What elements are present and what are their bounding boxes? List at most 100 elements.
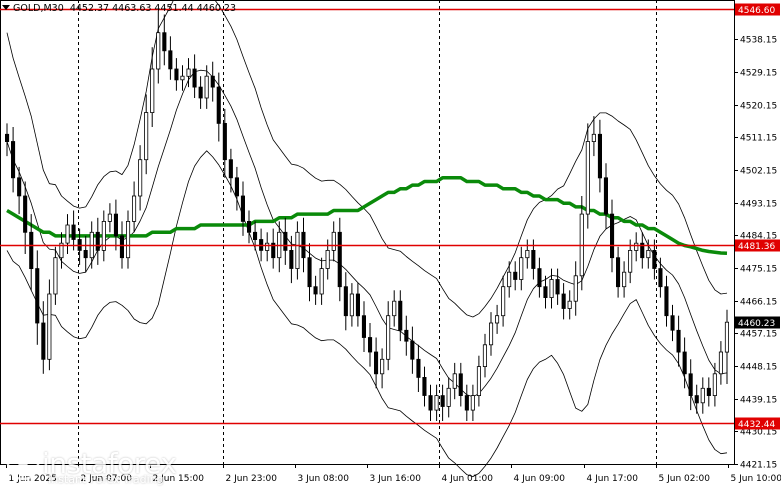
candle-body xyxy=(404,329,409,342)
candle-body xyxy=(501,286,506,317)
candle-body xyxy=(331,231,336,251)
candle-body xyxy=(567,300,572,309)
candle-body xyxy=(156,32,161,70)
candle-body xyxy=(119,235,125,259)
candle-body xyxy=(652,249,657,269)
candle-body xyxy=(476,366,481,397)
candle-body xyxy=(29,231,34,270)
candle-body xyxy=(349,293,354,317)
time-tick-label: 5 Jun 02:00 xyxy=(659,474,711,484)
candle-body xyxy=(240,195,246,222)
price-chart[interactable]: 4421.154430.154439.154448.154457.154466.… xyxy=(0,0,781,489)
candle-body xyxy=(513,271,518,280)
candle-body xyxy=(107,213,112,222)
price-tick-label: 4529.15 xyxy=(740,69,777,79)
candle-body xyxy=(628,249,633,273)
candle-body xyxy=(646,249,651,259)
candle-body xyxy=(610,213,615,259)
time-tick-label: 2 Jun 23:00 xyxy=(226,474,278,484)
candle-body xyxy=(525,249,530,259)
candle-body xyxy=(162,32,167,52)
candle-body xyxy=(440,395,445,407)
candle-body xyxy=(325,249,330,269)
candle-body xyxy=(204,75,209,99)
time-tick-label: 4 Jun 01:00 xyxy=(442,474,494,484)
price-tick-label: 4502.15 xyxy=(740,167,777,177)
chart-header: GOLD,M30 4452.37 4463.63 4451.44 4460.23 xyxy=(2,3,236,14)
candle-body xyxy=(470,395,475,411)
candle-body xyxy=(519,257,524,280)
candle-body xyxy=(676,329,681,353)
time-tick-label: 4 Jun 09:00 xyxy=(514,474,566,484)
candle-body xyxy=(144,112,149,161)
candle-body xyxy=(283,231,288,251)
candle-body xyxy=(422,376,427,396)
candle-body xyxy=(95,231,100,251)
chart-ohlc: 4452.37 4463.63 4451.44 4460.23 xyxy=(69,3,237,14)
candle-body xyxy=(488,322,494,346)
candle-body xyxy=(289,249,294,269)
candle-body xyxy=(307,257,312,288)
level-price-label: 4481.36 xyxy=(738,242,775,252)
price-tick-label: 4493.15 xyxy=(740,200,777,210)
candle-body xyxy=(216,86,221,124)
candle-body xyxy=(361,315,366,338)
candle-body xyxy=(622,271,627,288)
candle-body xyxy=(573,275,578,302)
candle-body xyxy=(113,213,119,237)
candle-body xyxy=(180,75,185,81)
price-tick-label: 4511.15 xyxy=(740,134,777,144)
candle-body xyxy=(126,220,131,259)
time-tick-label: 4 Jun 17:00 xyxy=(587,474,639,484)
candle-body xyxy=(712,373,717,396)
candle-body xyxy=(416,358,421,378)
candle-body xyxy=(603,177,608,215)
price-tick-label: 4448.15 xyxy=(740,363,777,373)
price-tick-label: 4457.15 xyxy=(740,330,777,340)
candle-body xyxy=(210,75,215,88)
candle-body xyxy=(313,286,318,295)
candle-body xyxy=(585,141,590,215)
level-price-label: 4546.60 xyxy=(738,6,775,16)
candle-body xyxy=(53,257,58,295)
candle-body xyxy=(392,300,397,317)
candle-body xyxy=(41,322,46,360)
candle-body xyxy=(494,315,500,324)
candle-body xyxy=(688,373,693,396)
candle-body xyxy=(192,68,197,88)
dropdown-triangle-icon[interactable] xyxy=(2,5,10,10)
candle-body xyxy=(410,340,415,360)
candle-body xyxy=(616,257,621,288)
candle-body xyxy=(458,373,463,396)
candle-body xyxy=(706,387,711,396)
candle-body xyxy=(386,315,391,360)
price-tick-label: 4421.15 xyxy=(740,461,777,471)
candle-body xyxy=(658,268,663,288)
candle-body xyxy=(428,395,433,411)
candle-body xyxy=(591,133,596,143)
candle-body xyxy=(150,68,155,113)
candle-body xyxy=(198,86,203,99)
price-tick-label: 4520.15 xyxy=(740,102,777,112)
candle-body xyxy=(700,387,705,404)
candle-body xyxy=(234,177,240,197)
candle-body xyxy=(531,249,536,269)
candle-body xyxy=(174,68,179,81)
price-axis: 4421.154430.154439.154448.154457.154466.… xyxy=(734,4,777,471)
candle-body xyxy=(452,373,457,389)
candle-body xyxy=(549,279,554,299)
candle-body xyxy=(373,351,379,375)
candle-body xyxy=(47,293,52,360)
candle-body xyxy=(367,337,373,353)
candle-body xyxy=(83,249,88,259)
candle-body xyxy=(682,351,687,375)
candle-body xyxy=(664,286,669,317)
candle-body xyxy=(186,68,191,77)
time-tick-label: 5 Jun 10:00 xyxy=(731,474,781,484)
candle-body xyxy=(131,195,137,222)
price-tick-label: 4475.15 xyxy=(740,265,777,275)
candle-body xyxy=(168,50,173,70)
candle-body xyxy=(634,242,639,251)
candle-body xyxy=(434,395,439,411)
candle-body xyxy=(23,195,28,233)
